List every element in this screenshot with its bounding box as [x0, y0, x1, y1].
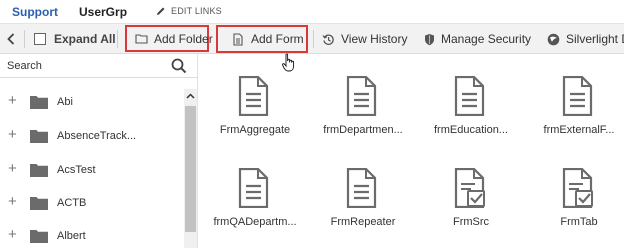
expand-plus-icon[interactable]: +	[8, 227, 17, 242]
view-history-button[interactable]: View History	[322, 24, 407, 54]
scroll-up-button[interactable]	[184, 89, 197, 103]
edit-links-label: EDIT LINKS	[171, 6, 222, 16]
tree-item-folder[interactable]: + Abi	[0, 86, 184, 119]
tree-item-label: Abi	[57, 96, 73, 108]
form-tile[interactable]: FrmAggregate	[205, 76, 305, 156]
add-form-button[interactable]: Add Form	[216, 25, 308, 53]
silverlight-button[interactable]: Silverlight D	[547, 24, 624, 54]
expand-all-label: Expand All	[54, 32, 116, 46]
form-checked-document-icon	[454, 168, 485, 208]
add-form-label: Add Form	[251, 32, 304, 46]
tree-item-folder[interactable]: + AcsTest	[0, 154, 184, 187]
form-grid: FrmAggregate frmDepartmen... frmEducatio…	[199, 54, 624, 248]
hand-cursor-icon	[282, 53, 295, 72]
scrollbar-thumb[interactable]	[185, 106, 196, 232]
tree-item-label: AcsTest	[57, 164, 96, 176]
expand-all-control[interactable]: Expand All	[34, 24, 116, 54]
form-label: frmExternalF...	[543, 124, 615, 136]
toolbar-divider	[117, 30, 118, 48]
edit-links-link[interactable]: EDIT LINKS	[156, 6, 222, 16]
form-label: frmDepartmen...	[323, 124, 403, 136]
toolbar-divider	[24, 30, 25, 48]
pencil-icon	[157, 7, 165, 15]
silverlight-icon	[547, 33, 560, 45]
form-document-icon	[562, 76, 593, 116]
folder-icon	[30, 96, 48, 109]
toolbar: Expand All Add Folder Add Form View Hist…	[0, 24, 624, 54]
folder-outline-icon	[135, 34, 148, 44]
tree-item-label: Albert	[57, 230, 86, 242]
document-icon	[233, 32, 243, 46]
form-tile[interactable]: frmEducation...	[421, 76, 521, 156]
tree-item-folder[interactable]: + AbsenceTrack...	[0, 120, 184, 153]
tree-item-label: AbsenceTrack...	[57, 130, 137, 142]
form-document-icon	[346, 76, 377, 116]
form-tile[interactable]: FrmTab	[529, 168, 624, 248]
form-tile[interactable]: frmDepartmen...	[313, 76, 413, 156]
folder-icon	[30, 197, 48, 210]
toolbar-divider	[313, 30, 314, 48]
expand-plus-icon[interactable]: +	[8, 127, 17, 142]
folder-icon	[30, 164, 48, 177]
tree-item-folder[interactable]: + ACTB	[0, 187, 184, 220]
form-tile[interactable]: frmQADepartm...	[205, 168, 305, 248]
form-tile[interactable]: FrmSrc	[421, 168, 521, 248]
add-folder-label: Add Folder	[154, 31, 213, 46]
form-label: frmQADepartm...	[213, 216, 297, 228]
form-document-icon	[238, 76, 269, 116]
search-box[interactable]: Search	[0, 54, 198, 78]
form-checked-document-icon	[562, 168, 593, 208]
expand-plus-icon[interactable]: +	[8, 93, 17, 108]
form-label: frmEducation...	[434, 124, 508, 136]
search-icon[interactable]	[171, 58, 187, 74]
top-nav: Support UserGrp EDIT LINKS	[0, 0, 624, 24]
collapse-button[interactable]	[4, 24, 18, 54]
history-icon	[322, 33, 334, 45]
expand-plus-icon[interactable]: +	[8, 161, 17, 176]
form-document-icon	[454, 76, 485, 116]
folder-icon	[30, 230, 48, 243]
shield-icon	[425, 33, 434, 45]
add-folder-button[interactable]: Add Folder	[125, 25, 213, 52]
chevron-up-icon	[186, 93, 195, 99]
tree-item-label: ACTB	[57, 197, 87, 209]
manage-security-button[interactable]: Manage Security	[424, 24, 531, 54]
folder-icon	[30, 130, 48, 143]
nav-usergrp-link[interactable]: UserGrp	[79, 5, 127, 19]
form-document-icon	[346, 168, 377, 208]
form-label: FrmRepeater	[330, 216, 396, 228]
expand-all-checkbox[interactable]	[34, 33, 46, 45]
form-document-icon	[238, 168, 269, 208]
search-input[interactable]: Search	[7, 60, 42, 72]
tree-item-folder[interactable]: + Albert	[0, 220, 184, 248]
expand-plus-icon[interactable]: +	[8, 194, 17, 209]
silverlight-label: Silverlight D	[566, 32, 624, 46]
chevron-left-icon	[7, 33, 15, 45]
form-label: FrmAggregate	[219, 124, 291, 136]
folder-sidebar: Search + Abi + AbsenceTrack... + AcsTest…	[0, 54, 198, 248]
form-label: FrmSrc	[452, 216, 490, 228]
form-label: FrmTab	[560, 216, 598, 228]
nav-support-link[interactable]: Support	[12, 5, 58, 19]
form-tile[interactable]: frmExternalF...	[529, 76, 624, 156]
view-history-label: View History	[341, 32, 408, 46]
form-tile[interactable]: FrmRepeater	[313, 168, 413, 248]
manage-security-label: Manage Security	[441, 32, 532, 46]
